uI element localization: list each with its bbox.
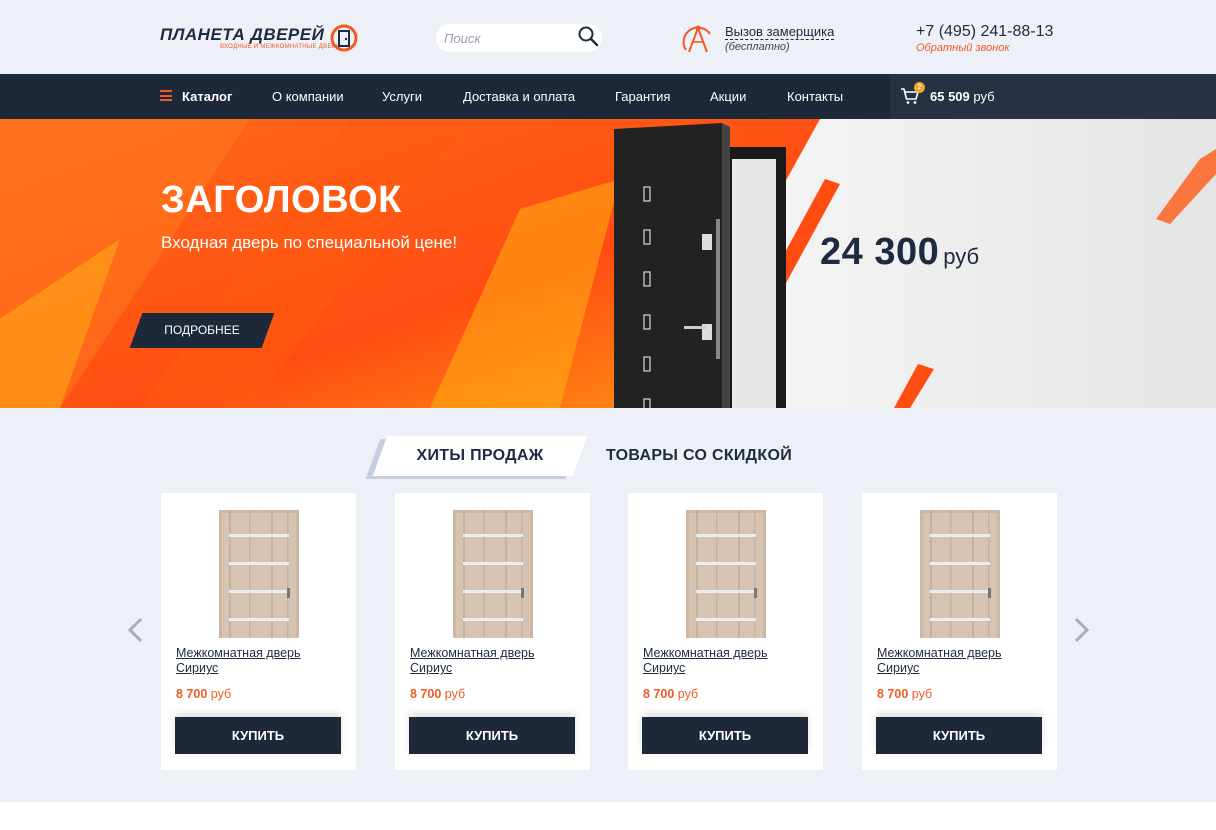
callback-link[interactable]: Обратный звонок (916, 42, 1010, 54)
measure-call-note: (бесплатно) (725, 41, 790, 53)
product-price-currency: руб (444, 687, 466, 701)
hero-price-value: 24 300 (820, 231, 940, 273)
carousel-next-arrow-icon[interactable] (1071, 616, 1093, 644)
nav-item-about[interactable]: О компании (272, 74, 344, 119)
product-name-link[interactable]: Межкомнатная дверь Сириус (176, 646, 346, 676)
nav-item-services[interactable]: Услуги (382, 74, 422, 119)
logo-subtitle: ВХОДНЫЕ И МЕЖКОМНАТНЫЕ ДВЕРИ (220, 44, 341, 50)
nav-item-contacts[interactable]: Контакты (787, 74, 843, 119)
site-logo[interactable]: ПЛАНЕТА ДВЕРЕЙ ВХОДНЫЕ И МЕЖКОМНАТНЫЕ ДВ… (160, 24, 360, 56)
logo-door-icon (330, 24, 358, 52)
product-door-image (219, 510, 299, 638)
product-name-link[interactable]: Межкомнатная дверь Сириус (877, 646, 1047, 676)
product-price-currency: руб (210, 687, 232, 701)
search-box (436, 24, 602, 52)
nav-item-promotions[interactable]: Акции (710, 74, 746, 119)
buy-button[interactable]: КУПИТЬ (876, 717, 1042, 754)
measure-call: Вызов замерщика (бесплатно) (680, 22, 860, 58)
menu-burger-icon[interactable] (160, 90, 172, 101)
nav-item-warranty[interactable]: Гарантия (615, 74, 670, 119)
logo-title: ПЛАНЕТА ДВЕРЕЙ (160, 25, 325, 44)
hero-background (0, 119, 1216, 408)
product-name-link[interactable]: Межкомнатная дверь Сириус (643, 646, 813, 676)
hero-subtitle: Входная дверь по специальной цене! (161, 233, 458, 252)
product-door-image (453, 510, 533, 638)
nav-item-delivery[interactable]: Доставка и оплата (463, 74, 575, 119)
tab-bestsellers-label: ХИТЫ ПРОДАЖ (416, 447, 544, 464)
buy-button[interactable]: КУПИТЬ (175, 717, 341, 754)
hero-price: 24 300 руб (820, 231, 979, 274)
product-price-value: 8 700 (643, 687, 675, 701)
cart-total-amount: 65 509 (930, 89, 970, 104)
measure-call-link[interactable]: Вызов замерщика (725, 24, 835, 40)
main-nav: Каталог О компании Услуги Доставка и опл… (0, 74, 1216, 119)
cart-total-currency: руб (973, 89, 995, 104)
product-card: Межкомнатная дверь Сириус 8 700 руб КУПИ… (628, 493, 823, 770)
carousel-prev-arrow-icon[interactable] (124, 616, 146, 644)
cart-total: 65 509 руб (930, 74, 995, 119)
product-price: 8 700 руб (643, 687, 698, 701)
cart[interactable]: 2 65 509 руб (890, 74, 1216, 119)
nav-item-catalog[interactable]: Каталог (182, 74, 232, 119)
product-price: 8 700 руб (176, 687, 231, 701)
product-price-value: 8 700 (410, 687, 442, 701)
product-card: Межкомнатная дверь Сириус 8 700 руб КУПИ… (395, 493, 590, 770)
search-input[interactable] (436, 24, 566, 52)
product-door-image (920, 510, 1000, 638)
buy-button[interactable]: КУПИТЬ (409, 717, 575, 754)
product-card: Межкомнатная дверь Сириус 8 700 руб КУПИ… (161, 493, 356, 770)
buy-button[interactable]: КУПИТЬ (642, 717, 808, 754)
product-price-currency: руб (677, 687, 699, 701)
compass-ruler-icon (682, 25, 711, 53)
product-price: 8 700 руб (410, 687, 465, 701)
footer-strip (0, 802, 1216, 830)
hero-banner: ЗАГОЛОВОК Входная дверь по специальной ц… (0, 119, 1216, 408)
tab-discounts[interactable]: ТОВАРЫ СО СКИДКОЙ (606, 436, 792, 476)
tab-bestsellers[interactable]: ХИТЫ ПРОДАЖ (372, 436, 588, 476)
product-door-image (686, 510, 766, 638)
search-icon[interactable] (576, 24, 600, 48)
phone-number[interactable]: +7 (495) 241-88-13 (916, 23, 1053, 41)
hero-more-label: ПОДРОБНЕЕ (164, 323, 240, 337)
product-price-value: 8 700 (176, 687, 208, 701)
product-price-value: 8 700 (877, 687, 909, 701)
products-section: ХИТЫ ПРОДАЖ ТОВАРЫ СО СКИДКОЙ Межкомнатн… (0, 408, 1216, 802)
site-header: ПЛАНЕТА ДВЕРЕЙ ВХОДНЫЕ И МЕЖКОМНАТНЫЕ ДВ… (0, 0, 1216, 74)
entrance-door-image (614, 123, 786, 408)
product-name-link[interactable]: Межкомнатная дверь Сириус (410, 646, 580, 676)
hero-title: ЗАГОЛОВОК (161, 179, 402, 221)
hero-price-currency: руб (943, 244, 980, 269)
hero-more-button[interactable]: ПОДРОБНЕЕ (129, 313, 275, 348)
product-card: Межкомнатная дверь Сириус 8 700 руб КУПИ… (862, 493, 1057, 770)
product-price-currency: руб (911, 687, 933, 701)
product-price: 8 700 руб (877, 687, 932, 701)
cart-count-badge: 2 (914, 82, 925, 93)
